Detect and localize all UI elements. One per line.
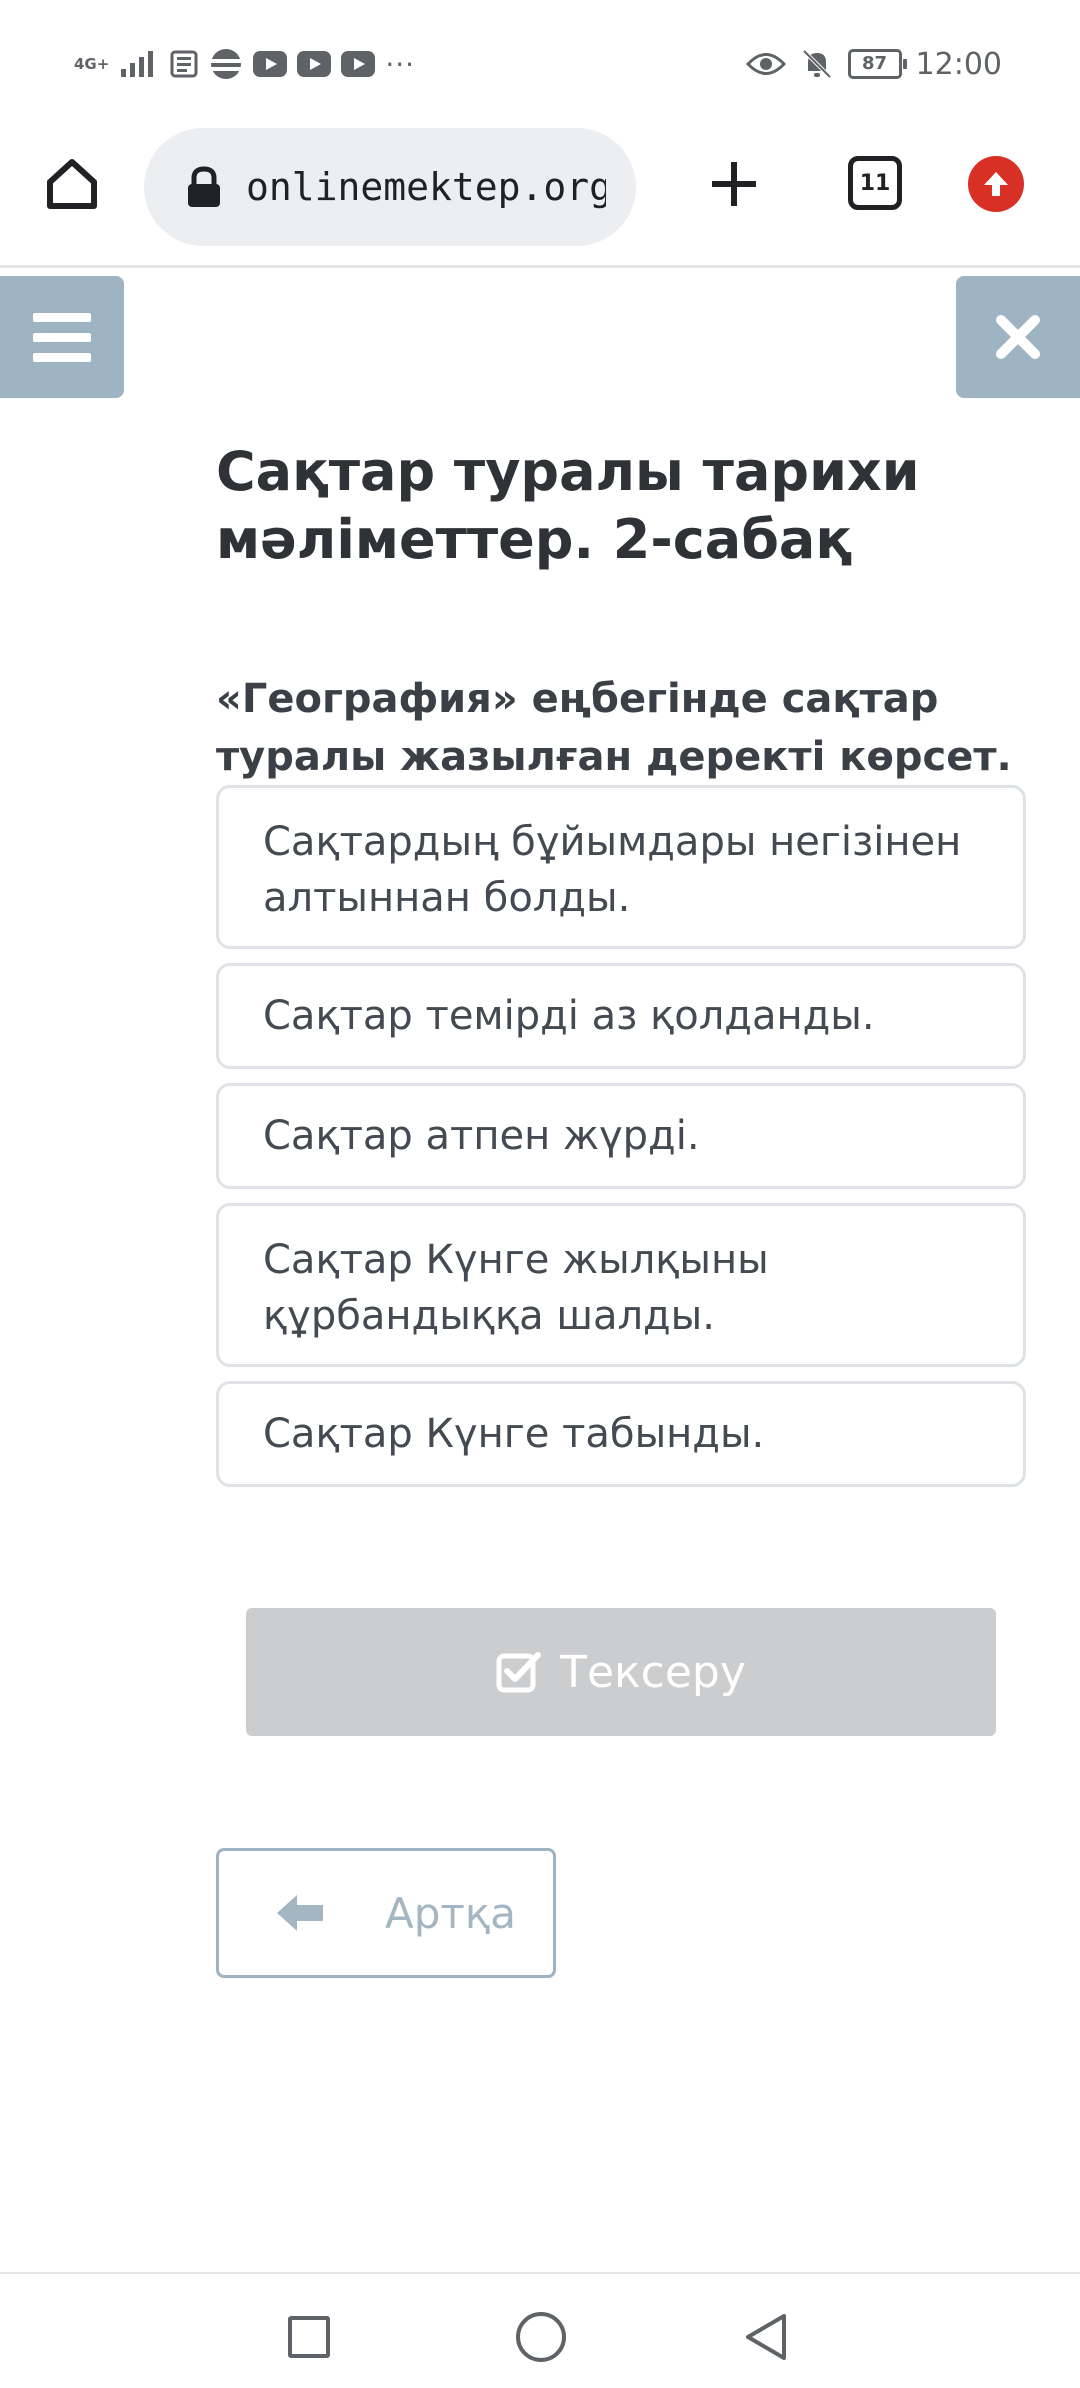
tabs-button[interactable]: 11 [848,156,902,210]
url-text: onlinemektep.org/s [246,165,606,209]
signal-icon [121,51,154,77]
back-triangle-icon[interactable] [744,2312,788,2362]
browser-toolbar: onlinemektep.org/s 11 [0,128,1080,268]
plus-icon [712,162,756,206]
update-button[interactable] [968,156,1024,212]
home-circle-icon[interactable] [516,2312,566,2362]
check-button-label: Тексеру [560,1646,746,1698]
check-button[interactable]: Тексеру [246,1608,996,1736]
app-icon [211,49,242,79]
youtube-icon [253,51,288,77]
answer-option-2[interactable]: Сақтар темірді аз қолданды. [216,963,1026,1069]
youtube-icon [341,51,376,77]
tab-count: 11 [859,170,891,196]
answer-option-3[interactable]: Сақтар атпен жүрді. [216,1083,1026,1189]
hamburger-icon [33,312,91,322]
answer-option-4[interactable]: Сақтар Күнге жылқыны құрбандыққа шалды. [216,1203,1026,1367]
question-text: «География» еңбегінде сақтар туралы жазы… [216,676,1012,780]
new-tab-button[interactable] [700,150,768,218]
update-icon [984,172,1008,196]
arrow-left-icon [277,1895,323,1931]
lock-icon [188,166,220,207]
more-dots-icon: ··· [385,47,416,81]
back-button[interactable]: Артқа [216,1848,556,1978]
answer-option-5[interactable]: Сақтар Күнге табынды. [216,1381,1026,1487]
youtube-icon [297,51,332,77]
network-label: 4G+ [74,54,110,73]
mute-bell-icon [802,49,831,79]
recent-apps-icon[interactable] [288,2316,330,2358]
clock: 12:00 [915,46,1002,82]
home-icon [47,159,97,209]
close-icon [996,315,1040,359]
close-button[interactable] [956,276,1080,398]
news-icon [170,50,198,78]
eye-icon [745,53,786,75]
status-right: 87 12:00 [745,44,1002,84]
home-button[interactable] [38,150,106,218]
back-button-label: Артқа [385,1888,516,1938]
answer-option-1[interactable]: Сақтардың бұйымдары негізінен алтыннан б… [216,785,1026,949]
status-left: 4G+ ··· [74,44,415,84]
battery-icon: 87 [847,49,907,79]
lesson-title: Сақтар туралы тарихи мәліметтер. 2-сабақ [216,440,920,571]
checkbox-icon [496,1652,542,1693]
hamburger-icon [33,332,91,342]
address-bar[interactable]: onlinemektep.org/s [144,128,636,246]
answer-options: Сақтардың бұйымдары негізінен алтыннан б… [216,785,1026,1501]
hamburger-icon [33,352,91,362]
menu-button[interactable] [0,276,124,398]
system-nav-bar [0,2272,1080,2388]
status-bar: 4G+ ··· 87 12:00 [0,0,1080,128]
